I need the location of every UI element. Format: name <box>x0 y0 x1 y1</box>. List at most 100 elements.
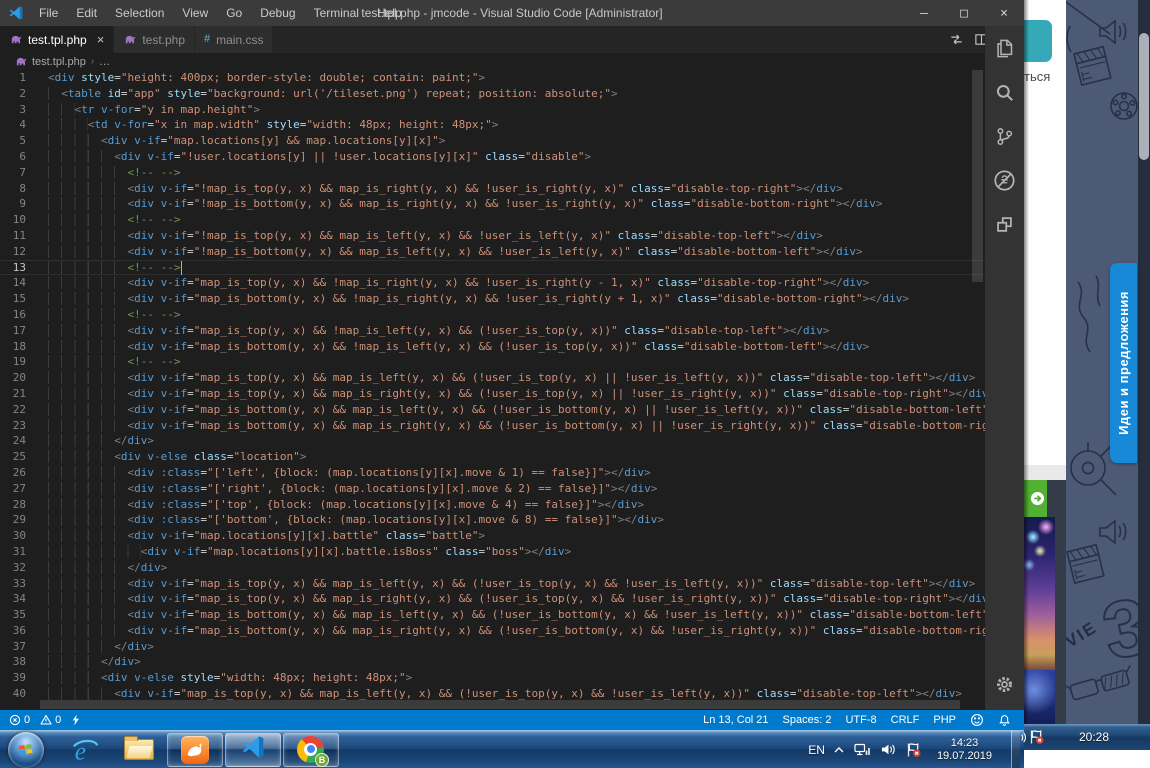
activity-settings-gear-button[interactable] <box>985 662 1024 706</box>
vertical-scrollbar[interactable] <box>972 70 983 282</box>
code-line-20[interactable]: 20 <div v-if="map_is_top(y, x) && map_is… <box>0 370 985 386</box>
code-line-24[interactable]: 24 </div> <box>0 433 985 449</box>
close-button[interactable]: × <box>984 0 1024 26</box>
minimize-button[interactable]: – <box>904 0 944 26</box>
code-line-1[interactable]: 1<div style="height: 400px; border-style… <box>0 70 985 86</box>
smiley-button[interactable] <box>963 713 991 727</box>
code-line-18[interactable]: 18 <div v-if="map_is_bottom(y, x) && !ma… <box>0 339 985 355</box>
status-crlf[interactable]: CRLF <box>884 714 927 726</box>
horizontal-scrollbar[interactable] <box>40 700 960 709</box>
code-line-38[interactable]: 38 </div> <box>0 654 985 670</box>
taskbar-windows-explorer[interactable] <box>113 733 165 767</box>
code-line-25[interactable]: 25 <div v-else class="location"> <box>0 449 985 465</box>
code-line-12[interactable]: 12 <div v-if="!map_is_bottom(y, x) && ma… <box>0 244 985 260</box>
taskbar-chrome[interactable]: B <box>283 733 339 767</box>
action-center-flag-icon[interactable] <box>905 742 922 758</box>
status-spaces[interactable]: Spaces: 2 <box>776 714 839 726</box>
hidden-icons-arrow-icon[interactable] <box>834 746 844 754</box>
maximize-button[interactable]: □ <box>944 0 984 26</box>
code-line-6[interactable]: 6 <div v-if="!user.locations[y] || !user… <box>0 149 985 165</box>
code-line-34[interactable]: 34 <div v-if="map_is_top(y, x) && map_is… <box>0 591 985 607</box>
code-line-29[interactable]: 29 <div :class="['bottom', {block: (map.… <box>0 512 985 528</box>
local-volume-icon[interactable] <box>1018 730 1028 745</box>
activity-extensions-button[interactable] <box>985 202 1024 246</box>
menu-terminal[interactable]: Terminal <box>305 0 368 26</box>
code-line-2[interactable]: 2 <table id="app" style="background: url… <box>0 86 985 102</box>
start-button[interactable] <box>8 732 44 768</box>
code-line-23[interactable]: 23 <div v-if="map_is_bottom(y, x) && map… <box>0 418 985 434</box>
chrome-profile-badge: B <box>315 753 329 767</box>
tab-close-icon[interactable]: × <box>97 32 105 47</box>
code-line-37[interactable]: 37 </div> <box>0 639 985 655</box>
activity-search-button[interactable] <box>985 70 1024 114</box>
lightning-indicator[interactable] <box>66 714 86 726</box>
code-line-8[interactable]: 8 <div v-if="!map_is_top(y, x) && map_is… <box>0 181 985 197</box>
code-line-27[interactable]: 27 <div :class="['right', {block: (map.l… <box>0 481 985 497</box>
network-icon[interactable] <box>853 742 871 758</box>
code-line-3[interactable]: 3 <tr v-for="y in map.height"> <box>0 102 985 118</box>
problems-indicator[interactable]: 0 0 <box>0 714 86 726</box>
movie-doodle-word: VIE <box>1066 618 1100 652</box>
taskbar-uc-browser[interactable] <box>167 733 223 767</box>
local-clock[interactable]: 20:28 <box>1079 730 1109 744</box>
breadcrumb-ellipsis[interactable]: … <box>99 56 110 68</box>
tab-test-php[interactable]: test.php <box>114 26 195 53</box>
clock[interactable]: 14:23 19.07.2019 <box>931 737 1002 763</box>
volume-icon[interactable] <box>880 742 896 757</box>
taskbar-internet-explorer[interactable]: e <box>59 733 111 767</box>
code-line-13[interactable]: 13 <!-- --> <box>0 260 985 276</box>
code-line-7[interactable]: 7 <!-- --> <box>0 165 985 181</box>
language-indicator[interactable]: EN <box>808 743 825 757</box>
code-line-26[interactable]: 26 <div :class="['left', {block: (map.lo… <box>0 465 985 481</box>
open-changes-button[interactable] <box>949 32 964 47</box>
taskbar-vscode[interactable] <box>225 733 281 767</box>
menu-view[interactable]: View <box>173 0 217 26</box>
status-utf-8[interactable]: UTF-8 <box>838 714 883 726</box>
code-line-9[interactable]: 9 <div v-if="!map_is_bottom(y, x) && map… <box>0 196 985 212</box>
activity-debug-button[interactable] <box>985 158 1024 202</box>
code-line-14[interactable]: 14 <div v-if="map_is_top(y, x) && !map_i… <box>0 275 985 291</box>
browser-scrollbar-thumb[interactable] <box>1139 33 1149 160</box>
menu-edit[interactable]: Edit <box>67 0 106 26</box>
activity-explorer-button[interactable] <box>985 26 1024 70</box>
code-line-31[interactable]: 31 <div v-if="map.locations[y][x].battle… <box>0 544 985 560</box>
status-php[interactable]: PHP <box>926 714 963 726</box>
code-line-35[interactable]: 35 <div v-if="map_is_bottom(y, x) && map… <box>0 607 985 623</box>
status-ln[interactable]: Ln 13, Col 21 <box>696 714 775 726</box>
breadcrumb[interactable]: test.tpl.php › … <box>0 53 985 70</box>
code-line-19[interactable]: 19 <!-- --> <box>0 354 985 370</box>
code-line-5[interactable]: 5 <div v-if="map.locations[y] && map.loc… <box>0 133 985 149</box>
breadcrumb-chevron-icon: › <box>91 56 94 67</box>
menu-debug[interactable]: Debug <box>251 0 304 26</box>
code-line-30[interactable]: 30 <div v-if="map.locations[y][x].battle… <box>0 528 985 544</box>
menu-file[interactable]: File <box>30 0 67 26</box>
code-line-15[interactable]: 15 <div v-if="map_is_bottom(y, x) && !ma… <box>0 291 985 307</box>
bell-button[interactable] <box>991 714 1018 727</box>
local-flag-icon[interactable] <box>1028 729 1045 745</box>
code-line-33[interactable]: 33 <div v-if="map_is_top(y, x) && map_is… <box>0 576 985 592</box>
svg-text:3: 3 <box>1095 580 1138 676</box>
activity-source-control-button[interactable] <box>985 114 1024 158</box>
code-line-21[interactable]: 21 <div v-if="map_is_top(y, x) && map_is… <box>0 386 985 402</box>
code-line-39[interactable]: 39 <div v-else style="width: 48px; heigh… <box>0 670 985 686</box>
menu-help[interactable]: Help <box>368 0 411 26</box>
code-editor[interactable]: 1<div style="height: 400px; border-style… <box>0 70 985 703</box>
code-line-17[interactable]: 17 <div v-if="map_is_top(y, x) && !map_i… <box>0 323 985 339</box>
menu-selection[interactable]: Selection <box>106 0 173 26</box>
code-line-10[interactable]: 10 <!-- --> <box>0 212 985 228</box>
code-line-4[interactable]: 4 <td v-for="x in map.width" style="widt… <box>0 117 985 133</box>
code-line-16[interactable]: 16 <!-- --> <box>0 307 985 323</box>
tab-test-tpl-php[interactable]: test.tpl.php× <box>0 26 114 53</box>
code-line-32[interactable]: 32 </div> <box>0 560 985 576</box>
chrome-icon: B <box>297 736 325 764</box>
code-line-28[interactable]: 28 <div :class="['top', {block: (map.loc… <box>0 497 985 513</box>
menu-go[interactable]: Go <box>217 0 251 26</box>
code-line-11[interactable]: 11 <div v-if="!map_is_top(y, x) && map_i… <box>0 228 985 244</box>
tab-main-css[interactable]: #main.css <box>195 26 273 53</box>
ideas-banner[interactable]: Идеи и предложения <box>1110 263 1137 463</box>
line-number: 6 <box>0 149 26 165</box>
code-line-36[interactable]: 36 <div v-if="map_is_bottom(y, x) && map… <box>0 623 985 639</box>
code-line-22[interactable]: 22 <div v-if="map_is_bottom(y, x) && map… <box>0 402 985 418</box>
browser-scrollbar-track[interactable] <box>1138 0 1150 724</box>
breadcrumb-file[interactable]: test.tpl.php <box>32 56 86 68</box>
